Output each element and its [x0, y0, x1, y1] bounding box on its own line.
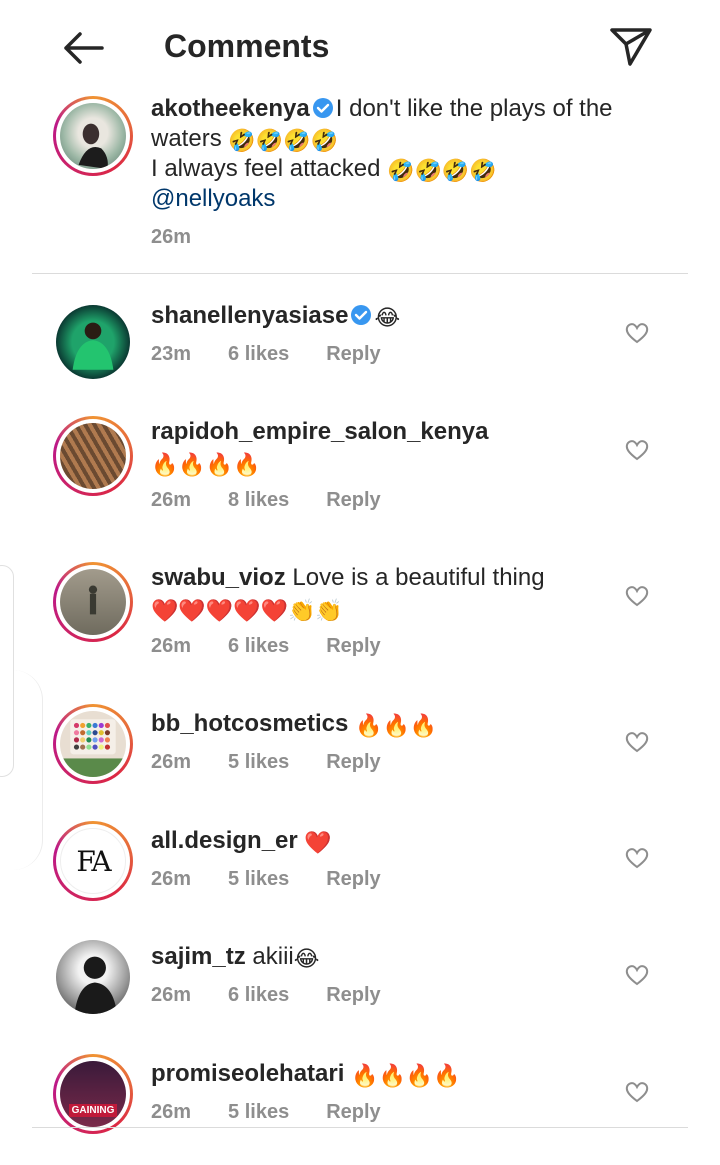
reply-button[interactable]: Reply — [326, 343, 380, 366]
comment-time: 26m — [151, 1101, 192, 1123]
heart-icon[interactable] — [625, 731, 649, 753]
reply-button[interactable]: Reply — [326, 489, 380, 512]
heart-icon[interactable] — [625, 585, 649, 607]
verified-badge-icon — [312, 98, 333, 118]
avatar[interactable] — [53, 96, 133, 176]
divider — [32, 273, 688, 274]
heart-icon[interactable] — [625, 322, 649, 344]
comment-time: 26m — [151, 868, 192, 890]
comment-meta: 26m 5 likes Reply — [151, 868, 381, 891]
likes-count[interactable]: 6 likes — [228, 635, 289, 658]
comment-text: bb_hotcosmetics 🔥🔥🔥 — [151, 708, 603, 739]
comment-meta: 26m 5 likes Reply — [151, 751, 381, 774]
verified-badge-icon — [351, 305, 372, 325]
comment-time: 26m — [151, 635, 192, 657]
reply-button[interactable]: Reply — [326, 635, 380, 658]
page-title: Comments — [164, 28, 330, 64]
comment-time: 23m — [151, 343, 192, 365]
comment-emojis: ❤️ — [304, 830, 332, 855]
comment-username[interactable]: promiseolehatari — [151, 1060, 344, 1087]
comment-emojis: 😂 — [293, 946, 320, 971]
comment-body: Love is a beautiful thing — [292, 564, 545, 591]
likes-count[interactable]: 6 likes — [228, 343, 289, 366]
reply-button[interactable]: Reply — [326, 751, 380, 774]
avatar[interactable] — [53, 704, 133, 784]
likes-count[interactable]: 5 likes — [228, 751, 289, 774]
caption-line2: I always feel attacked — [151, 155, 381, 182]
comment-emojis: 🔥🔥🔥🔥 — [151, 452, 261, 477]
comment-username[interactable]: sajim_tz — [151, 943, 246, 970]
comment-text: promiseolehatari 🔥🔥🔥🔥 — [151, 1058, 603, 1089]
caption-text: akotheekenya I don't like the plays of th… — [151, 94, 621, 214]
likes-count[interactable]: 5 likes — [228, 868, 289, 891]
arrow-left-icon[interactable] — [58, 28, 106, 68]
comment-emojis: 🔥🔥🔥🔥 — [351, 1063, 461, 1088]
comment-meta: 26m 5 likes Reply — [151, 1101, 381, 1124]
caption-time: 26m — [151, 226, 192, 248]
brand-logo: FA — [76, 844, 111, 878]
likes-count[interactable]: 5 likes — [228, 1101, 289, 1124]
comment-time: 26m — [151, 751, 192, 773]
heart-icon[interactable] — [625, 847, 649, 869]
comment-emojis: 😂 — [374, 305, 401, 330]
caption: akotheekenya I don't like the plays of th… — [0, 90, 720, 275]
avatar-badge-text: GAINING — [68, 1104, 118, 1117]
avatar[interactable] — [53, 416, 133, 496]
avatar[interactable]: GAINING — [53, 1054, 133, 1134]
caption-emojis-2: 🤣🤣🤣🤣 — [387, 158, 497, 183]
edge-card — [0, 670, 43, 870]
comment-time: 26m — [151, 984, 192, 1006]
comment-emojis: ❤️❤️❤️❤️❤️👏👏 — [151, 598, 343, 623]
comment-meta: 26m 8 likes Reply — [151, 489, 381, 512]
comment-username[interactable]: rapidoh_empire_salon_kenya — [151, 418, 488, 445]
reply-button[interactable]: Reply — [326, 1101, 380, 1124]
avatar[interactable] — [53, 302, 133, 382]
comment-username[interactable]: all.design_er — [151, 827, 298, 854]
comment-meta: 26m 6 likes Reply — [151, 984, 381, 1007]
avatar[interactable]: FA — [53, 821, 133, 901]
comment-username[interactable]: swabu_vioz — [151, 564, 286, 591]
heart-icon[interactable] — [625, 964, 649, 986]
comment-meta: 23m 6 likes Reply — [151, 343, 381, 366]
mention-link[interactable]: @nellyoaks — [151, 185, 275, 212]
avatar[interactable] — [53, 937, 133, 1017]
caption-username[interactable]: akotheekenya — [151, 95, 310, 122]
paper-plane-icon[interactable] — [608, 24, 654, 68]
reply-button[interactable]: Reply — [326, 868, 380, 891]
likes-count[interactable]: 8 likes — [228, 489, 289, 512]
comment-text: rapidoh_empire_salon_kenya 🔥🔥🔥🔥 — [151, 416, 603, 478]
comment-text: shanellenyasiase 😂 — [151, 300, 603, 331]
likes-count[interactable]: 6 likes — [228, 984, 289, 1007]
avatar[interactable] — [53, 562, 133, 642]
comment-text: all.design_er ❤️ — [151, 825, 603, 856]
comment-emojis: 🔥🔥🔥 — [355, 713, 438, 738]
reply-button[interactable]: Reply — [326, 984, 380, 1007]
comment-time: 26m — [151, 489, 192, 511]
heart-icon[interactable] — [625, 439, 649, 461]
comment-username[interactable]: bb_hotcosmetics — [151, 710, 348, 737]
comment-body: akiii — [252, 943, 294, 970]
comment-text: swabu_vioz Love is a beautiful thing ❤️❤… — [151, 562, 603, 624]
divider — [32, 1127, 688, 1128]
caption-emojis-1: 🤣🤣🤣🤣 — [228, 128, 338, 153]
heart-icon[interactable] — [625, 1081, 649, 1103]
comment-username[interactable]: shanellenyasiase — [151, 302, 348, 329]
comment-meta: 26m 6 likes Reply — [151, 635, 381, 658]
header-bar: Comments — [0, 0, 720, 96]
comment-text: sajim_tz akiii😂 — [151, 941, 603, 972]
